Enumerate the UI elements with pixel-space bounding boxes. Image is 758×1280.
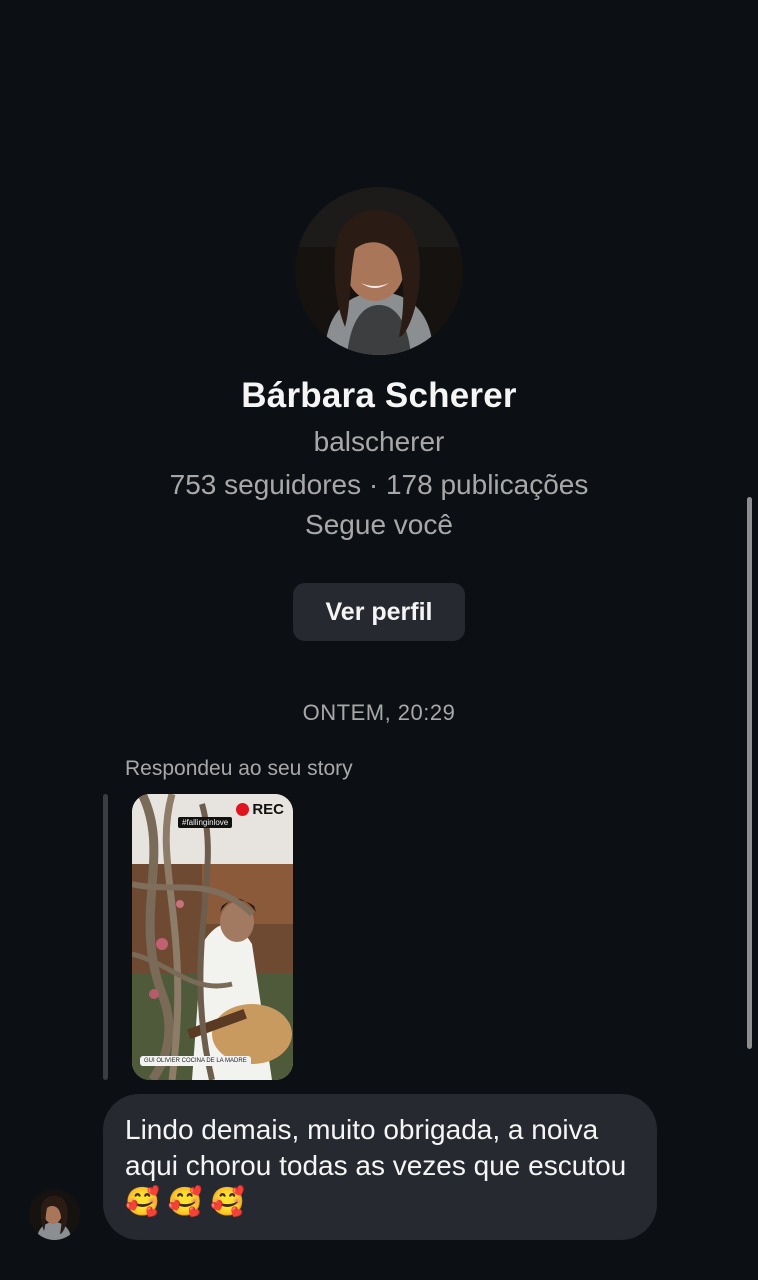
follows-you-status: Segue você [305,509,453,540]
rec-label: REC [252,801,284,818]
dm-thread-screen: Bárbara Scherer balscherer 753 seguidore… [0,0,758,1280]
profile-stats: 753 seguidores · 178 publicações [169,469,589,500]
message-timestamp: ONTEM, 20:29 [302,700,456,725]
story-reply-label: Respondeu ao seu story [125,757,353,780]
view-profile-button[interactable]: Ver perfil [293,583,465,641]
rec-dot-icon [236,803,250,816]
profile-name: Bárbara Scherer [241,376,517,415]
sender-photo-image [29,1189,80,1240]
story-location-tag: GUI OLIVIER COCINA DE LA MADRE [140,1056,251,1066]
message-text: Lindo demais, muito obrigada, a noiva aq… [125,1114,627,1217]
story-image [132,794,293,1080]
sender-avatar[interactable] [29,1189,80,1240]
message-bubble[interactable]: Lindo demais, muito obrigada, a noiva aq… [103,1094,657,1240]
profile-username: balscherer [313,426,445,457]
profile-avatar[interactable] [295,187,463,355]
reply-indicator-bar [103,794,108,1080]
story-hashtag: #fallinginlove [178,817,233,828]
rec-badge: REC [236,801,284,818]
scrollbar[interactable] [747,497,752,1049]
story-thumbnail[interactable]: REC #fallinginlove GUI OLIVIER COCINA DE… [132,794,293,1080]
profile-photo-image [295,187,463,355]
